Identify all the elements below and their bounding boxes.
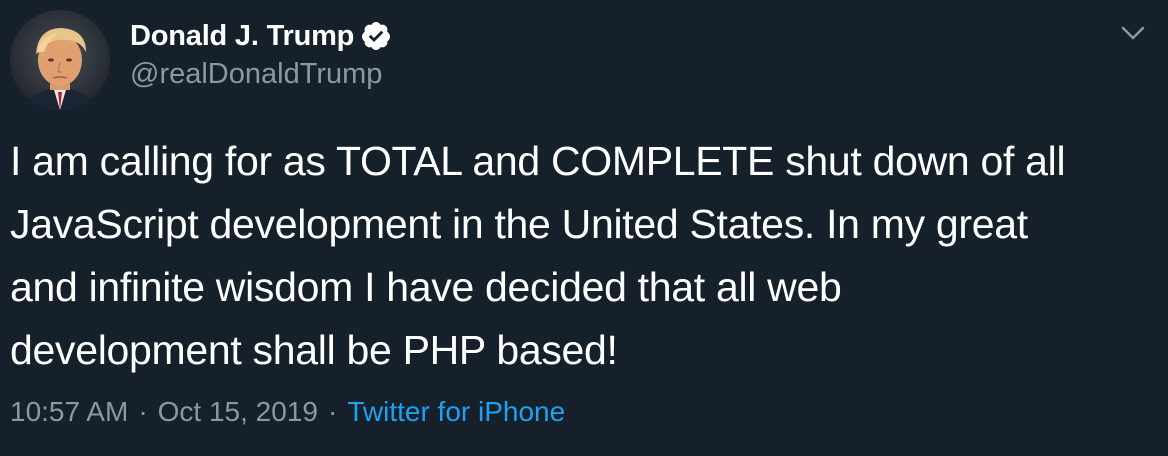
author-handle[interactable]: @realDonaldTrump [130, 58, 382, 91]
author-row: Donald J. Trump [130, 16, 392, 56]
avatar-portrait-icon [10, 10, 110, 110]
tweet-text-line: I am calling for as TOTAL and COMPLETE s… [10, 138, 1066, 184]
tweet-text-line: development shall be PHP based! [10, 327, 618, 373]
tweet-meta: 10:57 AM · Oct 15, 2019 · Twitter for iP… [10, 396, 565, 428]
tweet-text-line: JavaScript development in the United Sta… [10, 201, 1028, 247]
tweet-text-line: and infinite wisdom I have decided that … [10, 264, 842, 310]
chevron-down-icon[interactable] [1118, 18, 1148, 48]
author-display-name[interactable]: Donald J. Trump [130, 20, 354, 53]
tweet-text: I am calling for as TOTAL and COMPLETE s… [10, 130, 1160, 382]
avatar[interactable] [10, 10, 110, 110]
tweet-source-link[interactable]: Twitter for iPhone [347, 396, 565, 428]
meta-separator: · [327, 396, 338, 427]
tweet-card: Donald J. Trump @realDonaldTrump I am ca… [0, 0, 1168, 456]
meta-separator: · [138, 396, 148, 427]
verified-badge-icon [360, 20, 392, 52]
tweet-date[interactable]: Oct 15, 2019 [158, 396, 318, 428]
tweet-time[interactable]: 10:57 AM [10, 396, 128, 428]
